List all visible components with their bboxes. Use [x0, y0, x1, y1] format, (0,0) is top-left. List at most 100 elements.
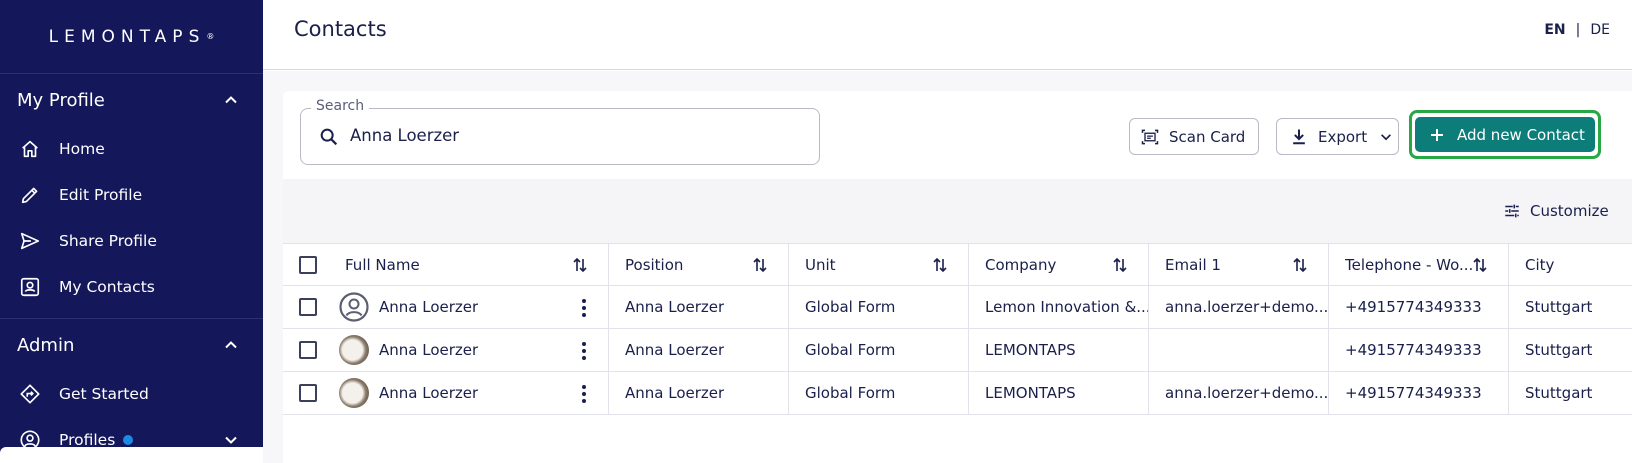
- plus-icon: [1431, 128, 1443, 141]
- cell-unit: Global Form: [805, 298, 896, 316]
- cell-city: Stuttgart: [1525, 341, 1593, 359]
- cell-full-name[interactable]: Anna Loerzer: [379, 372, 478, 414]
- export-button[interactable]: Export: [1276, 118, 1399, 155]
- avatar: [339, 378, 369, 408]
- pencil-icon: [18, 183, 42, 207]
- send-icon: [18, 229, 42, 253]
- table-row[interactable]: Anna Loerzer Anna Loerzer Global Form Le…: [283, 286, 1632, 329]
- cell-full-name[interactable]: Anna Loerzer: [379, 329, 478, 371]
- section-admin[interactable]: Admin: [0, 319, 263, 371]
- cell-company: Lemon Innovation &...: [985, 298, 1151, 316]
- cell-telephone: +4915774349333: [1345, 341, 1482, 359]
- add-contact-highlight: Add new Contact: [1409, 110, 1601, 159]
- section-title: Admin: [17, 334, 75, 356]
- notification-dot: [123, 435, 134, 445]
- sidebar-item-label: Home: [59, 140, 105, 158]
- sidebar-item-edit-profile[interactable]: Edit Profile: [0, 172, 263, 218]
- download-icon: [1293, 129, 1305, 144]
- table-toolbar: Customize: [283, 179, 1632, 243]
- sort-icon[interactable]: [1291, 256, 1309, 274]
- top-header: Contacts EN | DE: [263, 0, 1632, 70]
- lang-separator: |: [1575, 22, 1581, 38]
- cell-company: LEMONTAPS: [985, 384, 1076, 402]
- logo[interactable]: LEMONTAPS ®: [0, 0, 263, 74]
- chevron-up-icon: [225, 341, 237, 349]
- column-header-position[interactable]: Position: [625, 244, 683, 285]
- sidebar-item-label: Get Started: [59, 385, 149, 403]
- sort-icon[interactable]: [571, 256, 589, 274]
- chevron-down-icon: [1381, 133, 1392, 140]
- language-switcher: EN | DE: [1544, 22, 1610, 38]
- sidebar: LEMONTAPS ® My Profile Home Edit Profile …: [0, 0, 263, 463]
- sidebar-item-my-contacts[interactable]: My Contacts: [0, 264, 263, 310]
- lang-en[interactable]: EN: [1544, 22, 1565, 38]
- cell-position: Anna Loerzer: [625, 384, 725, 402]
- scan-card-label: Scan Card: [1169, 127, 1246, 146]
- contacts-card-icon: [18, 275, 42, 299]
- cell-position: Anna Loerzer: [625, 298, 725, 316]
- contacts-table: Full Name Position Unit Company Email 1 …: [283, 243, 1632, 415]
- column-header-email[interactable]: Email 1: [1165, 244, 1221, 285]
- cell-telephone: +4915774349333: [1345, 384, 1482, 402]
- search-icon: [320, 128, 338, 146]
- scan-card-button[interactable]: Scan Card: [1129, 118, 1259, 155]
- more-vertical-icon[interactable]: [581, 341, 587, 361]
- logo-text: LEMONTAPS: [48, 26, 206, 47]
- cell-position: Anna Loerzer: [625, 341, 725, 359]
- search-label: Search: [311, 98, 370, 114]
- column-header-city[interactable]: City: [1525, 244, 1554, 285]
- column-header-unit[interactable]: Unit: [805, 244, 836, 285]
- more-vertical-icon[interactable]: [581, 384, 587, 404]
- main-area: Search Anna Loerzer Scan Card Export Add…: [263, 71, 1632, 463]
- sidebar-item-get-started[interactable]: Get Started: [0, 371, 263, 417]
- logo-registered-mark: ®: [206, 32, 215, 41]
- chevron-up-icon: [225, 96, 237, 104]
- sidebar-item-contacts-active[interactable]: [0, 447, 263, 463]
- cell-city: Stuttgart: [1525, 384, 1593, 402]
- search-field[interactable]: Search Anna Loerzer: [300, 98, 820, 165]
- export-label: Export: [1318, 127, 1368, 146]
- table-header-row: Full Name Position Unit Company Email 1 …: [283, 243, 1632, 286]
- cell-email: anna.loerzer+demo...: [1165, 298, 1329, 316]
- add-new-contact-button[interactable]: Add new Contact: [1415, 117, 1595, 152]
- table-row[interactable]: Anna Loerzer Anna Loerzer Global Form LE…: [283, 372, 1632, 415]
- column-header-company[interactable]: Company: [985, 244, 1056, 285]
- row-checkbox[interactable]: [299, 384, 317, 402]
- sidebar-item-label: Share Profile: [59, 232, 157, 250]
- cell-telephone: +4915774349333: [1345, 298, 1482, 316]
- add-contact-label: Add new Contact: [1457, 125, 1585, 144]
- section-my-profile[interactable]: My Profile: [0, 74, 263, 126]
- select-all-checkbox[interactable]: [299, 256, 317, 274]
- search-input[interactable]: Anna Loerzer: [350, 126, 459, 145]
- column-header-telephone[interactable]: Telephone - Wo...: [1345, 244, 1473, 285]
- sidebar-item-label: My Contacts: [59, 278, 155, 296]
- sliders-icon: [1505, 204, 1519, 218]
- home-icon: [18, 137, 42, 161]
- avatar-placeholder-icon: [339, 292, 369, 322]
- sidebar-item-home[interactable]: Home: [0, 126, 263, 172]
- avatar: [339, 335, 369, 365]
- section-title: My Profile: [17, 89, 105, 111]
- sort-icon[interactable]: [751, 256, 769, 274]
- cell-city: Stuttgart: [1525, 298, 1593, 316]
- page-title: Contacts: [294, 17, 387, 41]
- contacts-card: Search Anna Loerzer Scan Card Export Add…: [283, 91, 1632, 463]
- row-checkbox[interactable]: [299, 341, 317, 359]
- chevron-down-icon[interactable]: [223, 432, 239, 448]
- sort-icon[interactable]: [1111, 256, 1129, 274]
- cell-full-name[interactable]: Anna Loerzer: [379, 286, 478, 328]
- customize-label: Customize: [1530, 202, 1609, 220]
- customize-button[interactable]: Customize: [1503, 202, 1609, 220]
- lang-de[interactable]: DE: [1590, 22, 1610, 38]
- cell-unit: Global Form: [805, 384, 896, 402]
- table-row[interactable]: Anna Loerzer Anna Loerzer Global Form LE…: [283, 329, 1632, 372]
- sort-icon[interactable]: [1471, 256, 1489, 274]
- sidebar-item-label: Edit Profile: [59, 186, 143, 204]
- cell-company: LEMONTAPS: [985, 341, 1076, 359]
- column-header-full-name[interactable]: Full Name: [345, 244, 420, 285]
- row-checkbox[interactable]: [299, 298, 317, 316]
- sort-icon[interactable]: [931, 256, 949, 274]
- scan-card-icon: [1141, 129, 1159, 144]
- sidebar-item-share-profile[interactable]: Share Profile: [0, 218, 263, 264]
- more-vertical-icon[interactable]: [581, 298, 587, 318]
